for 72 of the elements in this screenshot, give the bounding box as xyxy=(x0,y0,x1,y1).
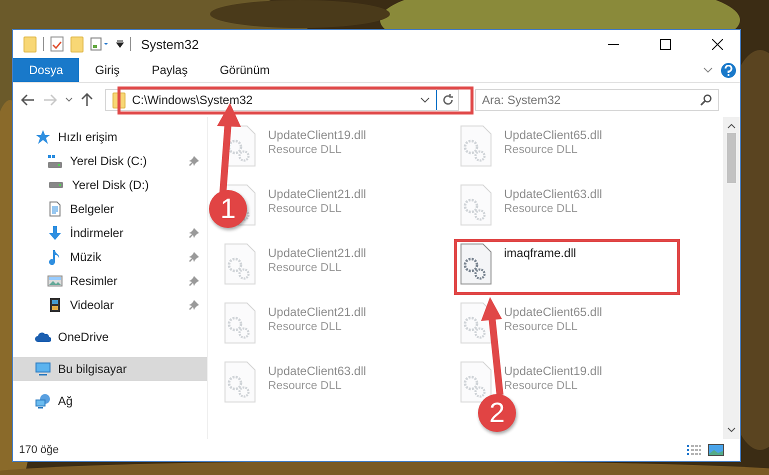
scrollbar-thumb[interactable] xyxy=(727,133,736,183)
dropdown-icon[interactable] xyxy=(116,40,124,48)
file-type: Resource DLL xyxy=(504,203,579,215)
refresh-icon xyxy=(442,94,454,106)
dll-file-icon xyxy=(460,243,492,285)
window-title: System32 xyxy=(141,36,200,52)
back-button[interactable] xyxy=(19,92,37,108)
chevron-down-icon[interactable] xyxy=(420,97,430,103)
dll-file-icon xyxy=(460,361,492,403)
item-count: 170 öğe xyxy=(19,444,60,456)
file-type: Resource DLL xyxy=(504,144,579,156)
details-view-icon[interactable] xyxy=(686,444,702,456)
file-type: Resource DLL xyxy=(268,144,343,156)
pin-icon[interactable] xyxy=(189,156,199,166)
drive-icon xyxy=(48,182,64,188)
document-icon xyxy=(47,201,63,217)
sidebar-item[interactable]: Ağ xyxy=(13,389,207,413)
download-icon xyxy=(47,225,63,241)
sidebar-item[interactable]: Müzik xyxy=(13,245,207,269)
sidebar-item[interactable]: Yerel Disk (C:) xyxy=(13,149,207,173)
pin-icon[interactable] xyxy=(189,252,199,262)
dll-file-icon xyxy=(224,243,256,285)
search-field[interactable]: Ara: System32 xyxy=(475,89,719,111)
pin-icon[interactable] xyxy=(189,276,199,286)
folder-icon xyxy=(23,36,37,52)
file-type: Resource DLL xyxy=(268,321,343,333)
arrow-right-icon xyxy=(43,94,57,106)
search-icon xyxy=(700,94,712,106)
arrow-up-icon xyxy=(81,93,93,107)
large-icons-view-icon[interactable] xyxy=(708,444,724,456)
sidebar-item[interactable]: OneDrive xyxy=(13,325,207,349)
pin-icon[interactable] xyxy=(189,300,199,310)
help-button[interactable] xyxy=(721,62,736,78)
sidebar-item[interactable]: Videolar xyxy=(13,293,207,317)
file-name[interactable]: imaqframe.dll xyxy=(504,246,576,260)
dll-file-icon xyxy=(460,184,492,226)
chevron-up-icon[interactable] xyxy=(727,123,736,129)
properties-icon[interactable] xyxy=(50,36,64,52)
file-type: Resource DLL xyxy=(268,262,343,274)
dll-file-icon xyxy=(224,302,256,344)
up-button[interactable] xyxy=(79,91,95,109)
file-type: Resource DLL xyxy=(268,380,343,392)
scrollbar[interactable] xyxy=(723,117,740,439)
chevron-down-icon xyxy=(65,97,73,103)
drive-icon xyxy=(47,154,63,168)
file-type: Resource DLL xyxy=(504,380,579,392)
ribbon-tab[interactable]: Dosya xyxy=(13,58,80,82)
new-folder-icon xyxy=(70,36,84,52)
close-icon xyxy=(712,38,722,50)
view-icon[interactable] xyxy=(90,37,110,51)
file-type: Resource DLL xyxy=(504,321,579,333)
arrow-left-icon xyxy=(21,94,35,106)
maximize-icon xyxy=(660,38,670,50)
pin-icon[interactable] xyxy=(189,228,199,238)
sidebar-item[interactable]: Belgeler xyxy=(13,197,207,221)
sidebar-item[interactable]: Resimler xyxy=(13,269,207,293)
chevron-down-icon[interactable] xyxy=(703,67,713,73)
dll-file-icon xyxy=(460,125,492,167)
address-bar[interactable]: C:\Windows\System32 xyxy=(105,89,459,111)
computer-icon xyxy=(35,361,51,377)
image-icon xyxy=(47,273,63,289)
dll-file-icon xyxy=(224,361,256,403)
star-icon xyxy=(35,129,51,145)
chevron-down-icon[interactable] xyxy=(727,427,736,433)
sidebar-item[interactable]: İndirmeler xyxy=(13,221,207,245)
sidebar-item[interactable]: Yerel Disk (D:) xyxy=(13,173,207,197)
question-mark-icon xyxy=(724,64,733,76)
sidebar-item[interactable]: Hızlı erişim xyxy=(13,125,207,149)
file-type: Resource DLL xyxy=(268,203,343,215)
network-icon xyxy=(35,393,51,409)
film-icon xyxy=(47,297,63,313)
sidebar-item[interactable]: Bu bilgisayar xyxy=(13,357,207,381)
